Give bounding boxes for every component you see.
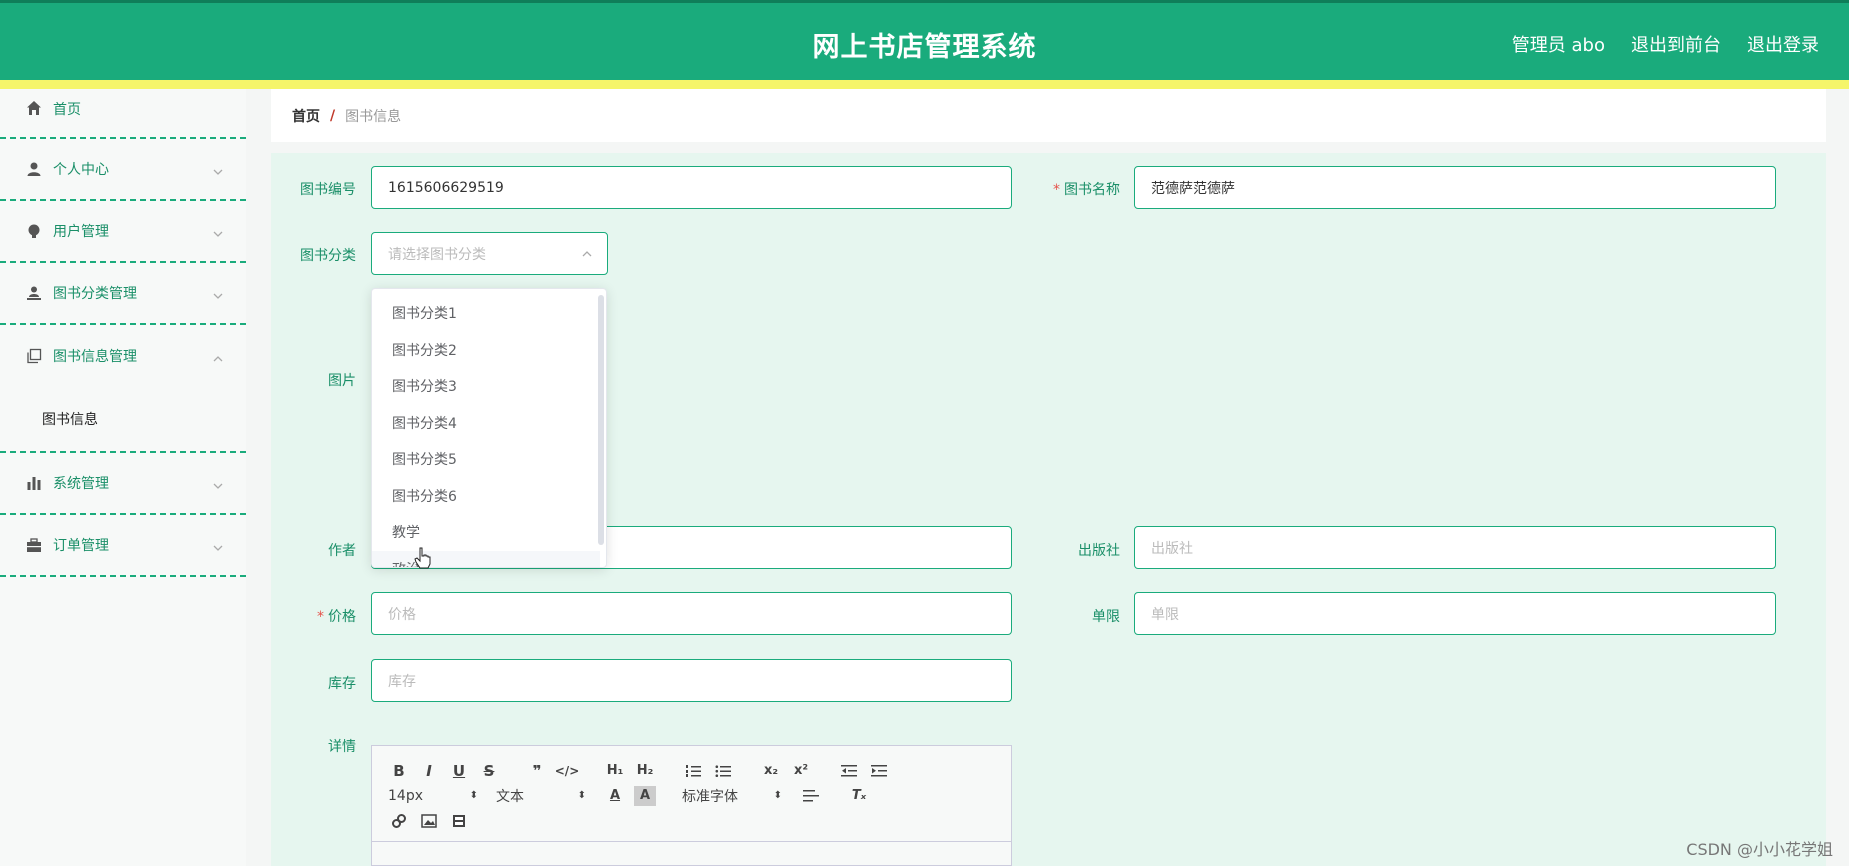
exit-to-front-link[interactable]: 退出到前台 (1631, 31, 1721, 57)
dropdown-option[interactable]: 图书分类2 (372, 332, 600, 369)
ordered-list-icon[interactable] (682, 761, 704, 781)
dropdown-options: 图书分类1 图书分类2 图书分类3 图书分类4 图书分类5 图书分类6 教学 政… (372, 295, 600, 567)
dropdown-option[interactable]: 教学 (372, 514, 600, 551)
editor-toolbar: B I U S ❞ </> H₁ H₂ x₂ x² 14px ⬍ 文本 ⬍ A … (372, 746, 1011, 842)
italic-icon[interactable]: I (418, 761, 440, 781)
home-icon (25, 99, 43, 117)
book-no-input[interactable]: 1615606629519 (371, 166, 1012, 209)
limit-label: 单限 (1092, 609, 1120, 625)
category-select[interactable]: 请选择图书分类 (371, 232, 608, 275)
background-color-icon[interactable]: A (634, 785, 656, 806)
subscript-icon[interactable]: x₂ (760, 761, 782, 781)
text-type-select[interactable]: 文本 ⬍ (496, 786, 586, 806)
sidebar-item-label: 用户管理 (53, 224, 109, 240)
rich-text-editor[interactable]: B I U S ❞ </> H₁ H₂ x₂ x² 14px ⬍ 文本 ⬍ A … (371, 745, 1012, 866)
category-label: 图书分类 (300, 248, 356, 264)
sidebar-subitem-label: 图书信息 (42, 412, 98, 428)
heading2-icon[interactable]: H₂ (634, 761, 656, 781)
clear-format-icon[interactable]: Tₓ (848, 786, 870, 806)
bulb-icon (25, 222, 43, 240)
sidebar-item-label: 系统管理 (53, 476, 109, 492)
dropdown-option[interactable]: 图书分类1 (372, 295, 600, 332)
sidebar-item-book-info-management[interactable]: 图书信息管理 (0, 325, 246, 387)
watermark-text: CSDN @小小花学姐 (1686, 840, 1833, 859)
stock-label: 库存 (328, 676, 356, 692)
align-icon[interactable] (800, 786, 822, 806)
sidebar-item-label: 图书分类管理 (53, 286, 137, 302)
heading1-icon[interactable]: H₁ (604, 761, 626, 781)
price-input[interactable]: 价格 (371, 592, 1012, 635)
sidebar-item-label: 个人中心 (53, 162, 109, 178)
font-family-select[interactable]: 标准字体 ⬍ (682, 786, 782, 806)
sidebar-item-order-management[interactable]: 订单管理 (0, 515, 246, 577)
price-label: * 价格 (317, 609, 356, 625)
sidebar-item-label: 订单管理 (53, 538, 109, 554)
author-label: 作者 (328, 543, 356, 559)
header-links: 管理员 abo 退出到前台 退出登录 (1512, 31, 1819, 57)
limit-input[interactable]: 单限 (1134, 592, 1776, 635)
chevron-down-icon (212, 539, 224, 551)
person-desk-icon (25, 284, 43, 302)
superscript-icon[interactable]: x² (790, 761, 812, 781)
sidebar-item-home[interactable]: 首页 (0, 89, 246, 139)
dropdown-option[interactable]: 图书分类5 (372, 441, 600, 478)
copy-icon (25, 347, 43, 365)
dropdown-scrollbar[interactable] (598, 295, 604, 545)
publisher-input[interactable]: 出版社 (1134, 526, 1776, 569)
user-icon (25, 160, 43, 178)
breadcrumb-current: 图书信息 (345, 108, 402, 125)
underline-icon[interactable]: U (448, 761, 470, 781)
accent-bar (0, 80, 1849, 89)
chevron-down-icon (212, 477, 224, 489)
hand-pointer-icon (414, 547, 432, 569)
link-icon[interactable] (388, 811, 410, 831)
dropdown-option[interactable]: 图书分类4 (372, 405, 600, 442)
image-icon[interactable] (418, 811, 440, 831)
blockquote-icon[interactable]: ❞ (526, 761, 548, 781)
stock-input[interactable]: 库存 (371, 659, 1012, 702)
sidebar: 首页 个人中心 用户管理 图书分类管理 图书信息管理 图书信息 系统管理 订单管… (0, 89, 246, 866)
bold-icon[interactable]: B (388, 761, 410, 781)
category-dropdown: 图书分类1 图书分类2 图书分类3 图书分类4 图书分类5 图书分类6 教学 政… (371, 288, 607, 568)
code-icon[interactable]: </> (555, 761, 580, 781)
chevron-down-icon (212, 287, 224, 299)
breadcrumb: 首页 / 图书信息 (271, 89, 1826, 142)
sidebar-subitem-book-info[interactable]: 图书信息 (0, 387, 246, 451)
sidebar-item-system-management[interactable]: 系统管理 (0, 453, 246, 515)
book-name-label: * 图书名称 (1053, 182, 1120, 198)
indent-icon[interactable] (868, 761, 890, 781)
outdent-icon[interactable] (838, 761, 860, 781)
dropdown-option[interactable]: 图书分类6 (372, 478, 600, 515)
dropdown-option[interactable]: 政治 (372, 550, 600, 567)
sidebar-item-category-management[interactable]: 图书分类管理 (0, 263, 246, 325)
book-name-input[interactable]: 范德萨范德萨 (1134, 166, 1776, 209)
top-header: 网上书店管理系统 管理员 abo 退出到前台 退出登录 (0, 0, 1849, 80)
sidebar-item-user-management[interactable]: 用户管理 (0, 201, 246, 263)
chevron-down-icon (212, 163, 224, 175)
strikethrough-icon[interactable]: S (478, 761, 500, 781)
image-label: 图片 (328, 373, 356, 389)
breadcrumb-home[interactable]: 首页 (292, 106, 320, 126)
bullet-list-icon[interactable] (712, 761, 734, 781)
admin-user-link[interactable]: 管理员 abo (1512, 31, 1605, 57)
chevron-down-icon (212, 225, 224, 237)
breadcrumb-separator: / (330, 107, 336, 124)
font-size-select[interactable]: 14px ⬍ (388, 788, 478, 804)
sidebar-item-personal-center[interactable]: 个人中心 (0, 139, 246, 201)
sidebar-group-book-info: 图书信息管理 图书信息 (0, 325, 246, 453)
book-no-label: 图书编号 (300, 182, 356, 198)
briefcase-icon (25, 536, 43, 554)
font-color-icon[interactable]: A (604, 786, 626, 806)
detail-label: 详情 (328, 739, 356, 755)
sidebar-item-label: 图书信息管理 (53, 349, 137, 365)
video-icon[interactable] (448, 811, 470, 831)
bar-chart-icon (25, 474, 43, 492)
sidebar-item-label: 首页 (53, 102, 81, 118)
chevron-up-icon (212, 350, 224, 362)
chevron-up-icon (581, 248, 593, 260)
dropdown-option[interactable]: 图书分类3 (372, 368, 600, 405)
logout-link[interactable]: 退出登录 (1747, 31, 1819, 57)
publisher-label: 出版社 (1078, 543, 1120, 559)
